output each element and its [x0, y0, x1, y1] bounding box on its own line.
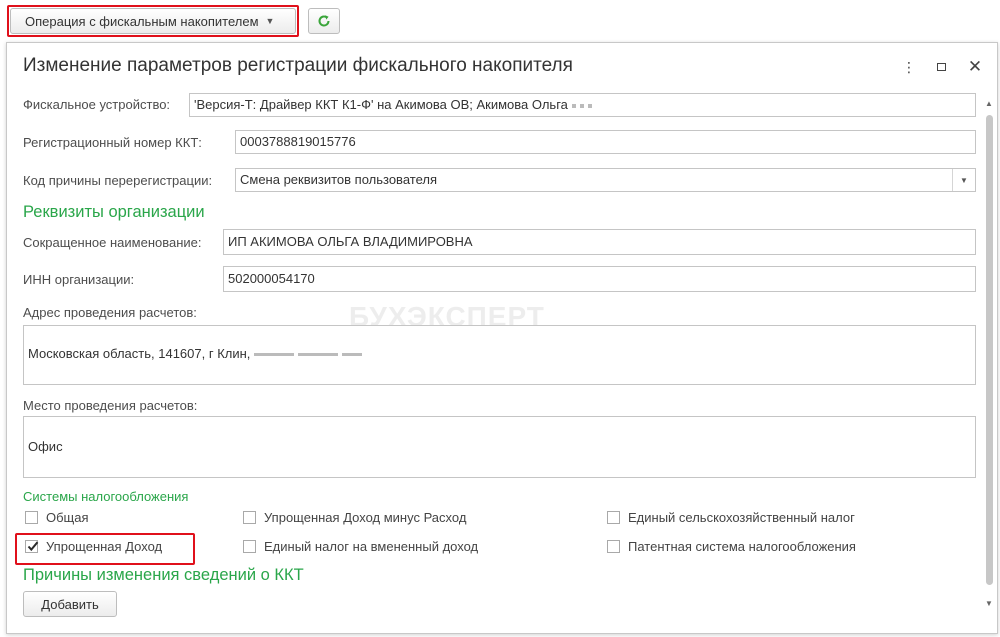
- rereg-code-label: Код причины перерегистрации:: [23, 173, 213, 188]
- scroll-up-icon[interactable]: ▲: [985, 99, 993, 108]
- short-name-field[interactable]: ИП АКИМОВА ОЛЬГА ВЛАДИМИРОВНА: [223, 229, 976, 255]
- device-field[interactable]: 'Версия-Т: Драйвер ККТ К1-Ф' на Акимова …: [189, 93, 976, 117]
- tax-section-title: Системы налогообложения: [23, 489, 189, 504]
- chevron-down-icon[interactable]: ▼: [952, 169, 975, 191]
- address-field[interactable]: Московская область, 141607, г Клин,: [23, 325, 976, 385]
- refresh-button[interactable]: [308, 8, 340, 34]
- scroll-down-icon[interactable]: ▼: [985, 599, 993, 608]
- checkbox[interactable]: [25, 511, 38, 524]
- checkbox[interactable]: [607, 540, 620, 553]
- highlight-frame-usn-income: [15, 533, 195, 565]
- place-field[interactable]: Офис: [23, 416, 976, 478]
- reg-number-label: Регистрационный номер ККТ:: [23, 135, 202, 150]
- inn-label: ИНН организации:: [23, 272, 135, 287]
- tax-option-label: Патентная система налогообложения: [628, 539, 856, 554]
- dialog-title: Изменение параметров регистрации фискаль…: [23, 55, 573, 76]
- inn-field[interactable]: 502000054170: [223, 266, 976, 292]
- device-value: 'Версия-Т: Драйвер ККТ К1-Ф' на Акимова …: [194, 97, 568, 112]
- address-label: Адрес проведения расчетов:: [23, 305, 197, 320]
- reasons-section-title: Причины изменения сведений о ККТ: [23, 566, 304, 584]
- tax-option-general[interactable]: Общая: [25, 510, 89, 525]
- tax-option-label: Единый налог на вмененный доход: [264, 539, 479, 554]
- tax-option-patent[interactable]: Патентная система налогообложения: [607, 539, 856, 554]
- tax-option-label: Единый сельскохозяйственный налог: [628, 510, 855, 525]
- rereg-code-value: Смена реквизитов пользователя: [240, 172, 437, 187]
- checkbox[interactable]: [243, 511, 256, 524]
- close-icon[interactable]: ✕: [965, 57, 985, 77]
- maximize-icon[interactable]: [931, 57, 951, 77]
- org-section-title: Реквизиты организации: [23, 203, 205, 221]
- more-icon[interactable]: ⋮: [899, 57, 919, 77]
- checkbox[interactable]: [243, 540, 256, 553]
- registration-dialog: Изменение параметров регистрации фискаль…: [6, 42, 998, 634]
- place-label: Место проведения расчетов:: [23, 398, 198, 413]
- highlight-frame-operation: [7, 5, 299, 37]
- tax-option-label: Упрощенная Доход минус Расход: [264, 510, 467, 525]
- short-name-label: Сокращенное наименование:: [23, 235, 202, 250]
- tax-option-eshn[interactable]: Единый сельскохозяйственный налог: [607, 510, 855, 525]
- scrollbar[interactable]: ▲ ▼: [985, 99, 993, 609]
- scroll-thumb[interactable]: [986, 115, 993, 585]
- rereg-code-select[interactable]: Смена реквизитов пользователя ▼: [235, 168, 976, 192]
- reg-number-field[interactable]: 0003788819015776: [235, 130, 976, 154]
- address-value: Московская область, 141607, г Клин,: [28, 346, 251, 361]
- tax-option-label: Общая: [46, 510, 89, 525]
- tax-option-envd[interactable]: Единый налог на вмененный доход: [243, 539, 478, 554]
- checkbox[interactable]: [607, 511, 620, 524]
- tax-option-usn-income-minus[interactable]: Упрощенная Доход минус Расход: [243, 510, 466, 525]
- refresh-icon: [318, 15, 330, 27]
- device-label: Фискальное устройство:: [23, 97, 171, 112]
- add-button[interactable]: Добавить: [23, 591, 117, 617]
